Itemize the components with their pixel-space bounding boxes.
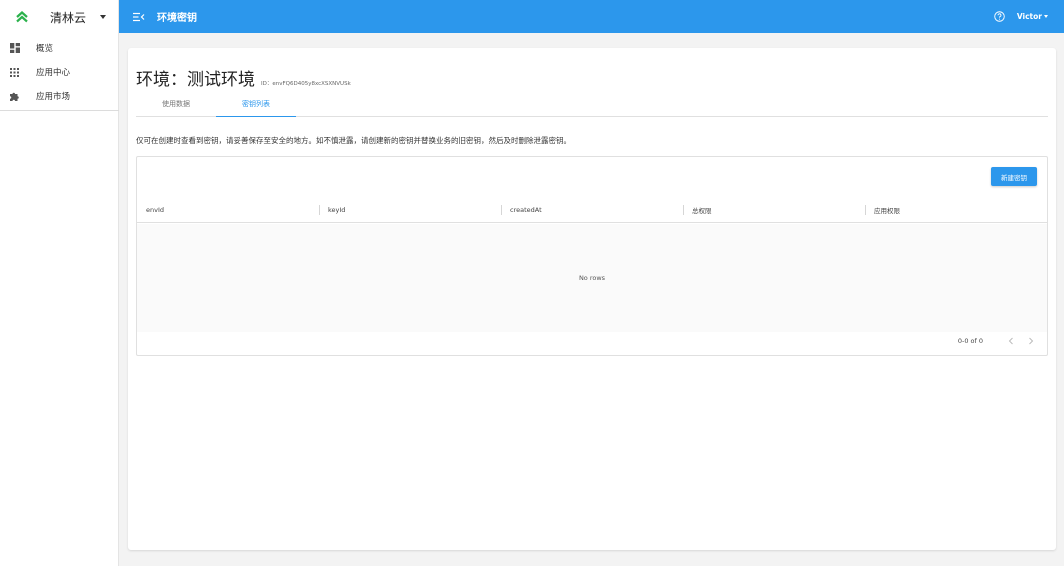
user-menu[interactable]: Victor <box>1017 12 1048 21</box>
top-app-bar: 环境密钥 Victor <box>119 0 1064 33</box>
column-header-createdat[interactable]: createdAt <box>501 197 683 222</box>
page-header-title: 环境密钥 <box>157 13 197 24</box>
dashboard-icon <box>9 43 20 54</box>
help-icon[interactable] <box>994 11 1006 23</box>
caret-down-icon[interactable] <box>100 15 106 19</box>
brand-switcher[interactable]: 清林云 <box>0 0 118 34</box>
sidebar-item-label: 概览 <box>36 44 54 54</box>
page-title: 环境：测试环境 <box>136 70 255 90</box>
menu-collapse-icon[interactable] <box>132 10 146 24</box>
keys-table: 新建密钥 envId keyId createdAt 总权限 应用权限 No r… <box>136 156 1048 356</box>
double-chevron-up-icon <box>14 9 30 25</box>
sidebar-divider <box>0 110 119 111</box>
apps-grid-icon <box>9 67 20 78</box>
sidebar-item-label: 应用中心 <box>36 68 71 78</box>
table-empty-state: No rows <box>137 224 1047 332</box>
chevron-left-icon[interactable] <box>1005 335 1017 347</box>
column-header-keyid[interactable]: keyId <box>319 197 501 222</box>
sidebar-item-app-market[interactable]: 应用市场 <box>0 84 118 108</box>
add-key-button[interactable]: 新建密钥 <box>991 167 1037 186</box>
column-header-app-permission[interactable]: 应用权限 <box>865 197 1047 222</box>
pagination-range: 0-0 of 0 <box>957 337 983 345</box>
key-notice: 仅可在创建时查看到密钥，请妥善保存至安全的地方。如不慎泄露，请创建新的密钥并替换… <box>136 136 571 145</box>
title-row: 环境：测试环境 ID：envFQ6D405y8xcXSXNVUSk <box>136 65 351 90</box>
sidebar-item-overview[interactable]: 概览 <box>0 36 118 60</box>
sidebar: 清林云 概览 应用中心 应用市场 <box>0 0 119 566</box>
sidebar-item-label: 应用市场 <box>36 92 71 102</box>
puzzle-icon <box>9 91 20 102</box>
no-rows-text: No rows <box>578 274 606 282</box>
table-header: envId keyId createdAt 总权限 应用权限 <box>137 197 1047 223</box>
column-header-total-permission[interactable]: 总权限 <box>683 197 865 222</box>
column-header-envid[interactable]: envId <box>137 197 319 222</box>
sidebar-item-app-center[interactable]: 应用中心 <box>0 60 118 84</box>
tab-usage-data[interactable]: 使用数据 <box>136 98 216 116</box>
env-id: ID：envFQ6D405y8xcXSXNVUSk <box>261 81 351 87</box>
tabs: 使用数据 密钥列表 <box>136 98 1048 117</box>
chevron-right-icon[interactable] <box>1025 335 1037 347</box>
main-card: 环境：测试环境 ID：envFQ6D405y8xcXSXNVUSk 使用数据 密… <box>128 48 1056 550</box>
user-name: Victor <box>1016 12 1042 21</box>
tab-key-list[interactable]: 密钥列表 <box>216 98 296 117</box>
caret-down-icon <box>1044 15 1048 18</box>
brand-name: 清林云 <box>50 10 87 25</box>
pagination: 0-0 of 0 <box>958 335 1037 347</box>
